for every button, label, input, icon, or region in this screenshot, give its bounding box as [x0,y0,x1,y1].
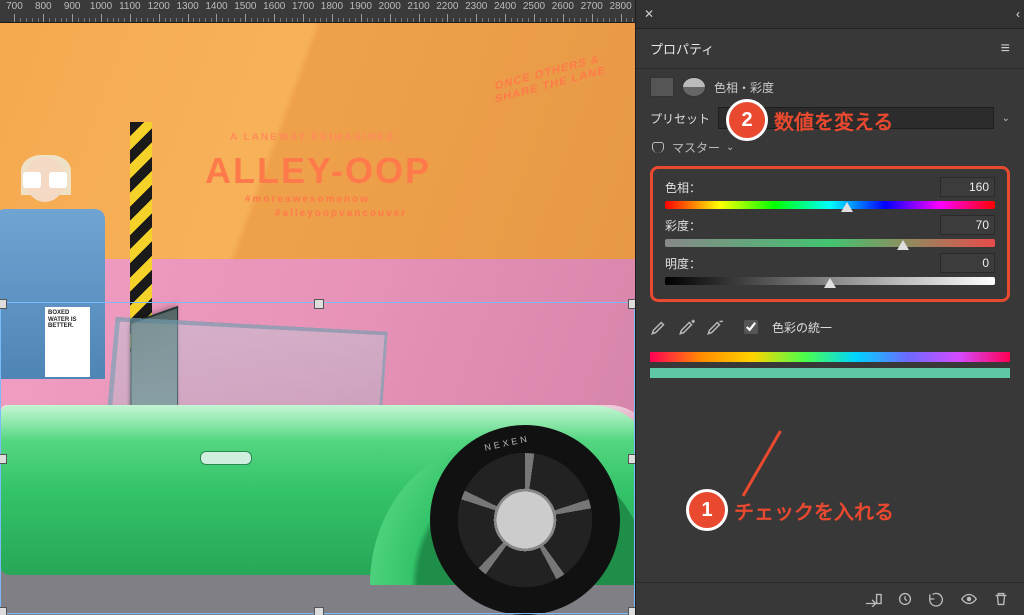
saturation-value-input[interactable] [940,215,995,235]
lightness-value-input[interactable] [940,253,995,273]
panel-title: プロパティ [650,39,714,58]
document-canvas[interactable]: A LANEWAY REIMAGINED ALLEY-OOP #moreawes… [0,22,635,615]
horizontal-ruler: 7008009001000110012001300140015001600170… [0,0,635,23]
hue-sat-icon [682,77,706,97]
eyedropper-plus-icon[interactable] [678,318,696,336]
annotation-2-badge: 2 [726,99,768,141]
colorize-checkbox[interactable] [744,320,758,334]
adjustment-layer-icon [650,77,674,97]
lightness-slider[interactable] [665,277,995,285]
visibility-icon[interactable] [960,591,978,607]
preset-label: プリセット [650,110,710,127]
wall-text-line3: #moreawesomenow [245,194,370,205]
panel-menu-icon[interactable]: ≡ [1001,40,1010,58]
targeted-adjust-icon[interactable] [650,140,666,156]
color-bar-top [650,352,1010,362]
canvas-area[interactable]: 7008009001000110012001300140015001600170… [0,0,635,615]
chevron-down-icon: ⌄ [1002,113,1010,124]
properties-panel: ✕ ‹‹ プロパティ ≡ 色相・彩度 2 数値を変える プリセット ⌄ [635,0,1024,615]
reset-icon[interactable] [928,591,946,607]
wall-text-line1: A LANEWAY REIMAGINED [230,132,395,143]
close-panel-icon[interactable]: ✕ [644,7,654,21]
trash-icon[interactable] [992,591,1010,607]
color-bar-bottom [650,368,1010,378]
hue-value-input[interactable] [940,177,995,197]
annotation-1-line [742,430,782,496]
panel-footer [636,582,1024,615]
master-label: マスター [672,139,720,156]
wall-text-line4: #alleyoopvancouver [275,208,407,219]
saturation-label: 彩度： [665,217,701,234]
eyedropper-minus-icon[interactable] [706,318,724,336]
sliders-highlight-box: 色相： 彩度： [650,166,1010,302]
hue-slider[interactable] [665,201,995,209]
adjustment-label: 色相・彩度 [714,79,774,96]
annotation-1-badge: 1 [686,489,728,531]
colorize-label: 色彩の統一 [772,319,832,336]
annotation-2-text: 数値を変える [774,106,893,135]
hue-label: 色相： [665,179,701,196]
car: NEXEN [0,285,635,615]
eyedropper-icon[interactable] [650,318,668,336]
view-previous-icon[interactable] [896,591,914,607]
annotation-1-text: チェックを入れる [734,496,894,525]
wall-text-line2: ALLEY-OOP [205,150,431,192]
lightness-label: 明度： [665,255,701,272]
chevron-down-icon: ⌄ [726,142,734,153]
saturation-slider[interactable] [665,239,995,247]
clip-to-layer-icon[interactable] [864,591,882,607]
